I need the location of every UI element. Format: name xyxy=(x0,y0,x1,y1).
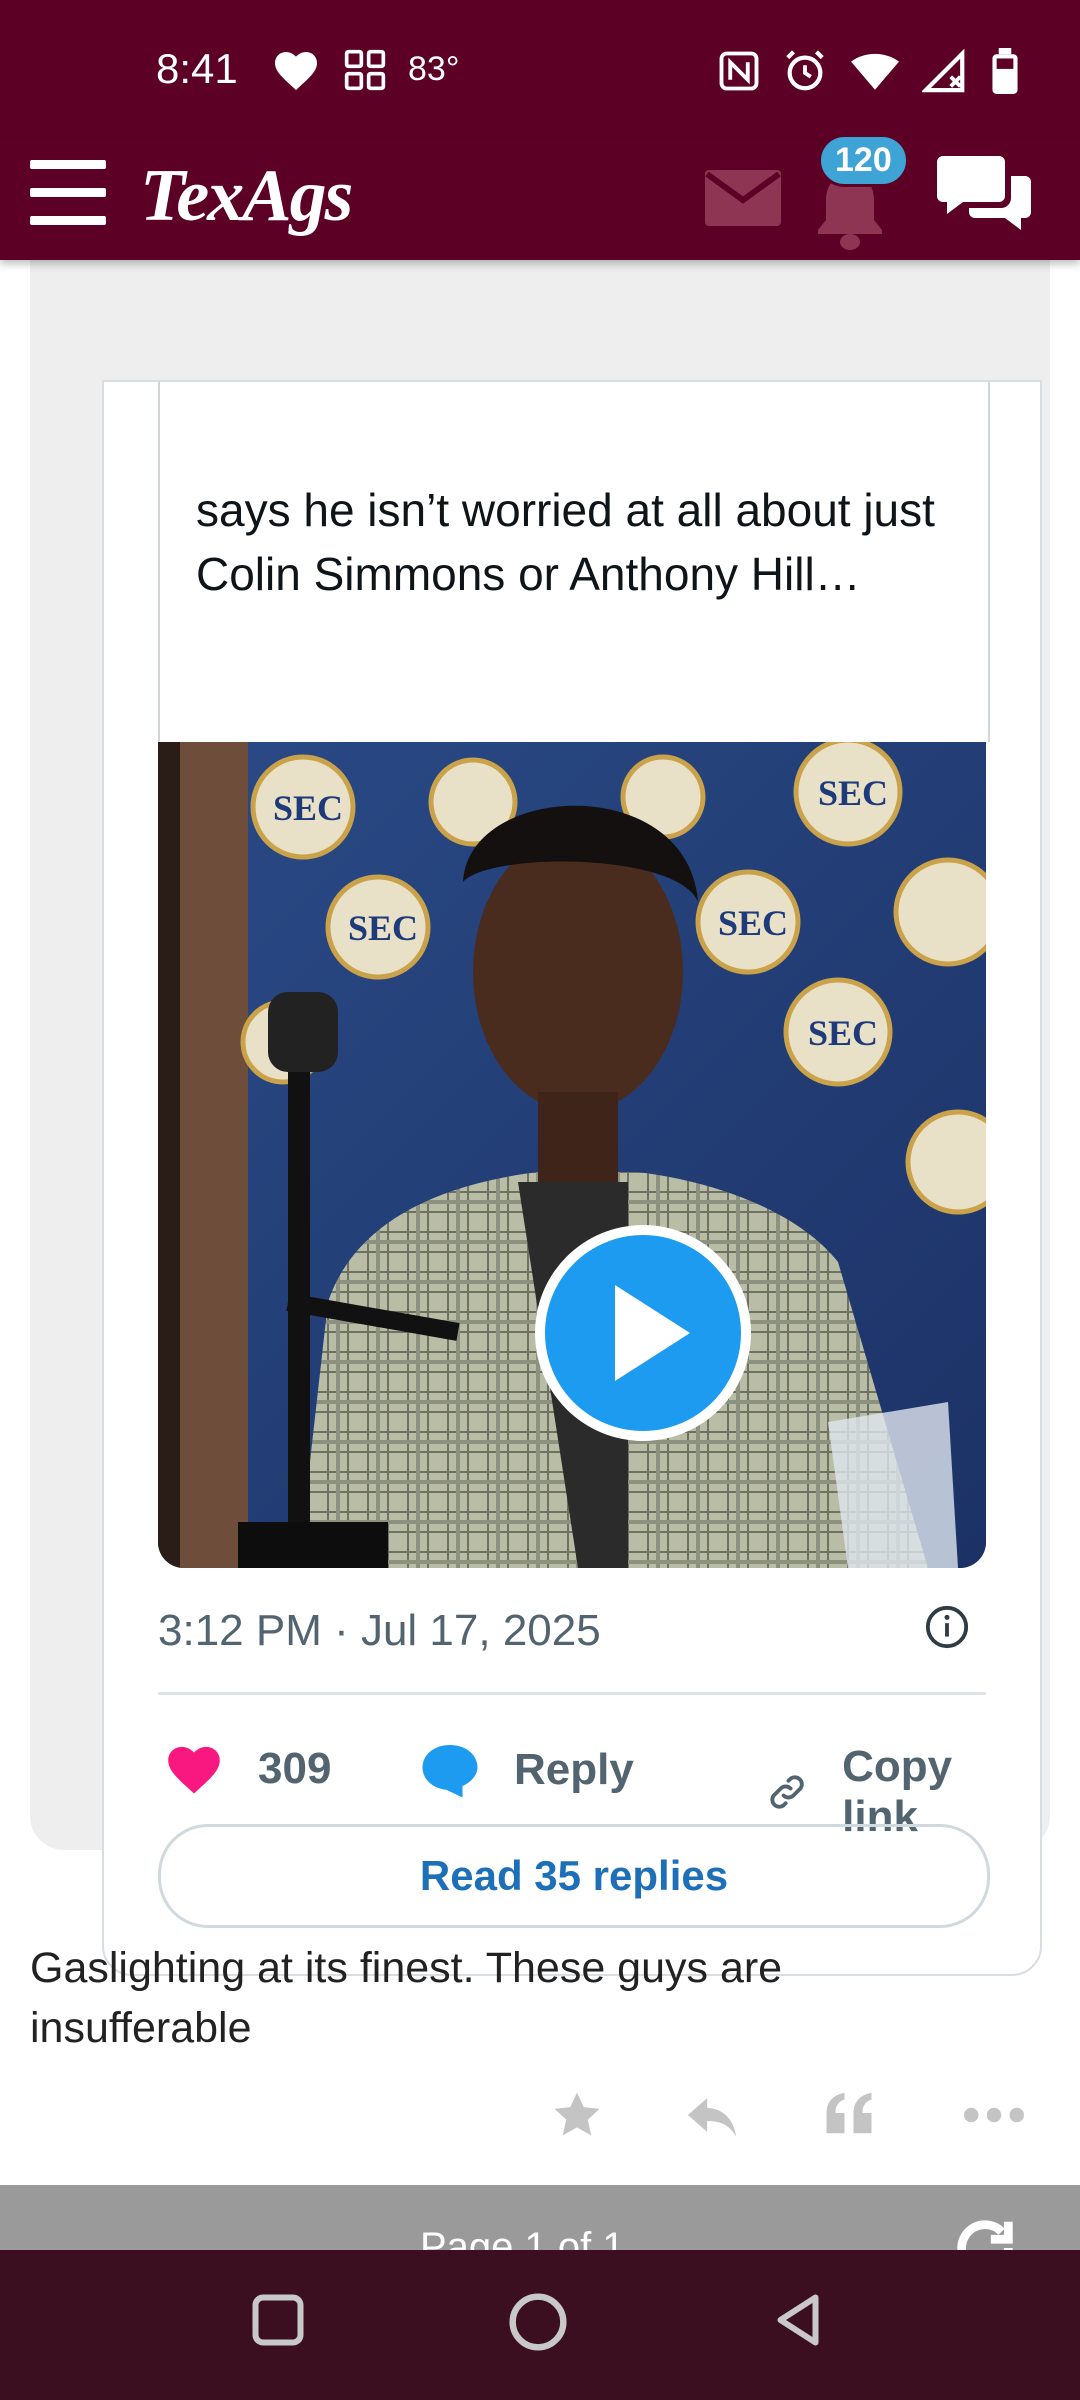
back-icon[interactable] xyxy=(768,2290,828,2350)
menu-icon[interactable] xyxy=(30,160,106,230)
reply-label: Reply xyxy=(514,1745,634,1794)
heart-icon xyxy=(275,52,317,90)
mail-icon[interactable] xyxy=(705,170,781,226)
system-nav-bar xyxy=(0,2250,1080,2400)
status-bar: 8:41 83° xyxy=(0,0,1080,140)
like-count: 309 xyxy=(258,1744,332,1793)
reply-button[interactable]: Reply xyxy=(420,1742,634,1798)
alarm-icon xyxy=(786,50,824,91)
chat-icon[interactable] xyxy=(935,152,1035,238)
signal-icon xyxy=(922,49,965,93)
more-options-icon[interactable] xyxy=(963,2088,1025,2142)
app-header: TexAgs 120 xyxy=(0,134,1080,260)
embedded-tweet[interactable]: says he isn’t worried at all about just … xyxy=(102,380,1042,1976)
status-icons xyxy=(718,46,1020,96)
page-indicator[interactable]: Page 1 of 1 xyxy=(420,2225,625,2250)
reply-arrow-icon[interactable] xyxy=(683,2088,741,2142)
post-actions xyxy=(0,2088,1080,2158)
nfc-icon xyxy=(719,51,759,91)
tweet-divider xyxy=(158,1692,986,1695)
status-temperature: 83° xyxy=(408,50,460,88)
refresh-icon[interactable] xyxy=(950,2213,1020,2250)
tweet-video[interactable]: SEC SEC SEC SEC SEC xyxy=(158,742,986,1568)
pagination-bar: Page 1 of 1 xyxy=(0,2185,1080,2250)
like-button[interactable]: 309 xyxy=(164,1742,331,1796)
widgets-icon xyxy=(344,49,386,91)
read-replies-button[interactable]: Read 35 replies xyxy=(158,1824,990,1928)
svg-text:SEC: SEC xyxy=(273,788,343,828)
tweet-timestamp[interactable]: 3:12 PM · Jul 17, 2025 xyxy=(158,1606,601,1656)
tweet-actions: 309 Reply Copy link xyxy=(158,1722,986,1841)
recents-icon[interactable] xyxy=(248,2290,308,2350)
svg-text:SEC: SEC xyxy=(718,903,788,943)
quote-icon[interactable] xyxy=(822,2088,876,2138)
svg-text:SEC: SEC xyxy=(818,773,888,813)
battery-icon xyxy=(992,48,1018,94)
play-button-icon[interactable] xyxy=(530,1220,756,1446)
tweet-text-box: says he isn’t worried at all about just … xyxy=(158,382,990,742)
heart-like-icon xyxy=(168,1746,220,1794)
site-logo[interactable]: TexAgs xyxy=(140,154,353,239)
info-icon[interactable] xyxy=(924,1604,970,1650)
speech-bubble-icon xyxy=(422,1745,478,1798)
notification-badge[interactable]: 120 xyxy=(818,134,909,187)
post-body: Gaslighting at its finest. These guys ar… xyxy=(30,1944,783,2052)
home-icon[interactable] xyxy=(506,2290,570,2354)
star-icon[interactable] xyxy=(550,2088,604,2142)
tweet-text: says he isn’t worried at all about just … xyxy=(196,484,935,600)
quoted-post-container: says he isn’t worried at all about just … xyxy=(30,200,1050,1976)
svg-text:SEC: SEC xyxy=(348,908,418,948)
link-icon xyxy=(770,1775,804,1809)
svg-text:SEC: SEC xyxy=(808,1013,878,1053)
status-time: 8:41 xyxy=(156,45,238,92)
wifi-icon xyxy=(851,53,899,90)
